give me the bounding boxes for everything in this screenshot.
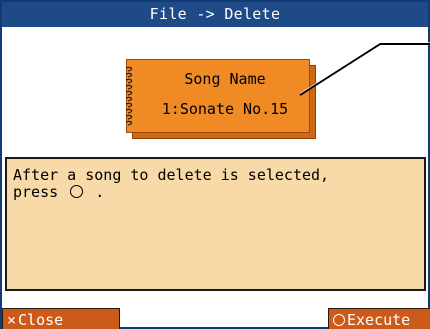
song-name-value: 1:Sonate No.15 (161, 100, 289, 118)
message-text-main: After a song to delete is selected, pres… (13, 166, 330, 201)
close-button[interactable]: × Close (2, 308, 120, 329)
song-card-front[interactable]: Song Name 1:Sonate No.15 (125, 59, 310, 133)
execute-button[interactable]: Execute (328, 308, 430, 329)
song-card[interactable]: Song Name 1:Sonate No.15 (125, 59, 316, 139)
song-name-label: Song Name (184, 70, 266, 88)
close-button-label: Close (18, 311, 64, 329)
circle-icon (70, 185, 84, 198)
window-title: File -> Delete (2, 2, 428, 27)
message-text-end: . (86, 183, 105, 201)
x-icon: × (7, 311, 17, 329)
delete-screen: File -> Delete Song Name 1:Sonate No.15 … (0, 0, 430, 329)
circle-icon (333, 314, 345, 326)
message-text: After a song to delete is selected, pres… (13, 167, 418, 201)
spiral-binding-icon (125, 66, 133, 126)
execute-button-label: Execute (347, 311, 411, 329)
bottom-button-bar: × Close Execute (2, 308, 430, 329)
message-panel: After a song to delete is selected, pres… (5, 157, 426, 291)
